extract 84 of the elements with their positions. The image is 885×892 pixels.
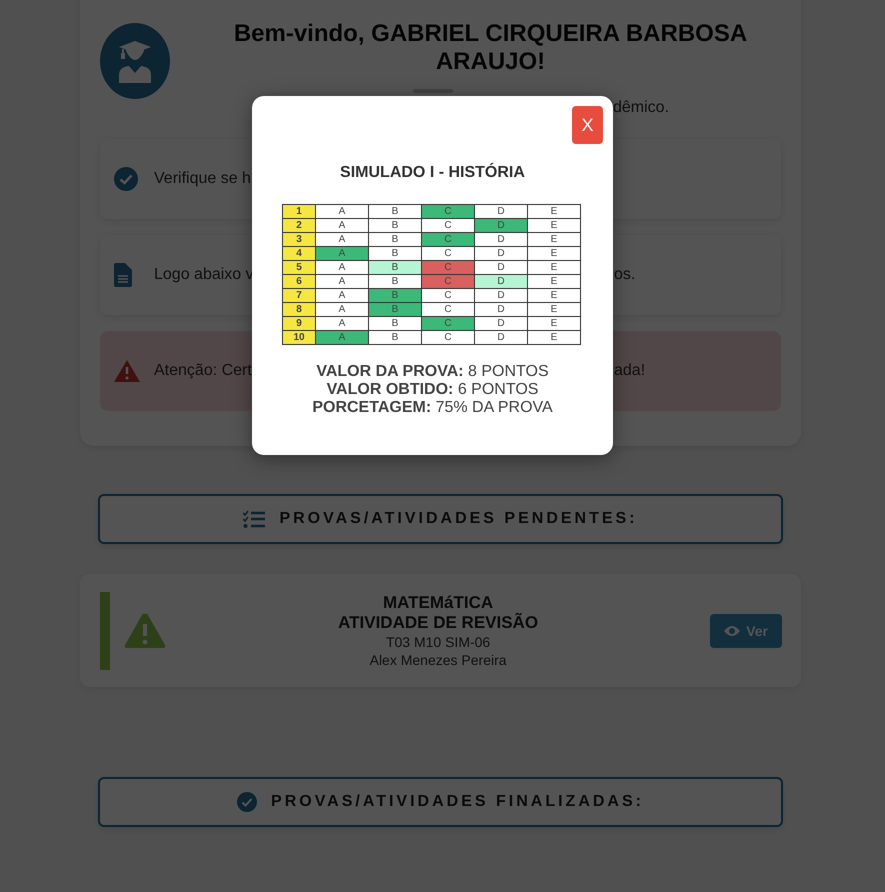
subject-title: MATEMáTICA bbox=[382, 592, 494, 612]
answer-option-cell: B bbox=[368, 260, 422, 274]
answer-option-cell: D bbox=[474, 316, 528, 330]
question-number: 8 bbox=[282, 302, 316, 316]
answer-option-cell: E bbox=[528, 218, 580, 232]
answer-option-cell: B bbox=[368, 218, 422, 232]
answer-option-cell: D bbox=[474, 330, 528, 344]
check-circle-icon bbox=[114, 167, 138, 191]
answer-option-cell: E bbox=[528, 232, 580, 246]
answer-option-cell: B bbox=[368, 330, 422, 344]
answer-option-cell: B bbox=[368, 204, 422, 218]
answer-option-cell: A bbox=[316, 288, 368, 302]
answer-option-cell: C bbox=[422, 218, 474, 232]
score-line: VALOR DA PROVA: 8 PONTOS bbox=[315, 363, 550, 381]
answer-option-cell: C bbox=[422, 302, 474, 316]
answer-option-cell: D bbox=[474, 232, 528, 246]
exam-title: SIMULADO I - HISTÓRIA bbox=[339, 164, 526, 182]
notice-text: Atenção: Cert bbox=[154, 362, 252, 380]
answer-option-cell: A bbox=[316, 232, 368, 246]
answer-option-cell: C bbox=[422, 246, 474, 260]
answer-option-cell: D bbox=[474, 218, 528, 232]
activity-title: ATIVIDADE DE REVISÃO bbox=[337, 612, 540, 632]
question-number: 3 bbox=[282, 232, 316, 246]
score-line: VALOR OBTIDO: 6 PONTOS bbox=[326, 381, 540, 399]
answer-option-cell: D bbox=[474, 246, 528, 260]
checklist-icon bbox=[243, 510, 266, 528]
teacher-name: Alex Menezes Pereira bbox=[368, 650, 508, 668]
question-number: 4 bbox=[282, 246, 316, 260]
answer-option-cell: D bbox=[474, 260, 528, 274]
question-number: 6 bbox=[282, 274, 316, 288]
answer-option-cell: E bbox=[528, 316, 580, 330]
answer-option-cell: D bbox=[474, 288, 528, 302]
notice-text: os. bbox=[614, 266, 636, 284]
answer-option-cell: D bbox=[474, 204, 528, 218]
answer-option-cell: E bbox=[528, 204, 580, 218]
answer-option-cell: C bbox=[422, 232, 474, 246]
question-number: 10 bbox=[282, 330, 316, 344]
answer-option-cell: E bbox=[528, 302, 580, 316]
answer-option-cell: E bbox=[528, 246, 580, 260]
answer-option-cell: B bbox=[368, 302, 422, 316]
score-line: PORCETAGEM: 75% DA PROVA bbox=[311, 399, 554, 417]
answer-option-cell: C bbox=[422, 260, 474, 274]
section-title: PROVAS/ATIVIDADES FINALIZADAS: bbox=[271, 793, 644, 811]
answer-option-cell: A bbox=[316, 218, 368, 232]
class-code: T03 M10 SIM-06 bbox=[384, 632, 492, 650]
check-circle-icon bbox=[237, 792, 258, 812]
answer-option-cell: A bbox=[316, 316, 368, 330]
answer-option-cell: C bbox=[422, 204, 474, 218]
subtitle-text: dêmico. bbox=[613, 99, 670, 118]
question-number: 2 bbox=[282, 218, 316, 232]
answer-option-cell: C bbox=[422, 316, 474, 330]
question-number: 9 bbox=[282, 316, 316, 330]
answer-option-cell: A bbox=[316, 246, 368, 260]
answer-option-cell: D bbox=[474, 302, 528, 316]
answer-option-cell: D bbox=[474, 274, 528, 288]
warning-icon bbox=[124, 612, 166, 648]
answer-option-cell: B bbox=[368, 232, 422, 246]
answer-option-cell: E bbox=[528, 288, 580, 302]
answer-option-cell: E bbox=[528, 260, 580, 274]
section-title: PROVAS/ATIVIDADES PENDENTES: bbox=[279, 510, 638, 528]
question-number: 7 bbox=[282, 288, 316, 302]
question-number: 5 bbox=[282, 260, 316, 274]
answer-option-cell: E bbox=[528, 330, 580, 344]
close-button[interactable]: X bbox=[572, 106, 603, 144]
answer-option-cell: A bbox=[316, 274, 368, 288]
answer-option-cell: E bbox=[528, 274, 580, 288]
answer-option-cell: C bbox=[422, 288, 474, 302]
answer-option-cell: A bbox=[316, 260, 368, 274]
answer-option-cell: B bbox=[368, 246, 422, 260]
notice-text: ada! bbox=[614, 362, 646, 380]
answer-option-cell: C bbox=[422, 330, 474, 344]
welcome-title: Bem-vindo, GABRIEL CIRQUEIRA BARBOSA ARAUJO! bbox=[232, 20, 748, 76]
answer-option-cell: B bbox=[368, 316, 422, 330]
eye-icon bbox=[724, 624, 740, 636]
answer-option-cell: C bbox=[422, 274, 474, 288]
warning-icon bbox=[114, 360, 140, 382]
question-number: 1 bbox=[282, 204, 316, 218]
answer-option-cell: A bbox=[316, 330, 368, 344]
notice-text: Verifique se h bbox=[154, 170, 251, 188]
document-icon bbox=[114, 263, 132, 287]
answer-option-cell: A bbox=[316, 204, 368, 218]
answer-option-cell: B bbox=[368, 274, 422, 288]
answer-option-cell: B bbox=[368, 288, 422, 302]
answer-option-cell: A bbox=[316, 302, 368, 316]
